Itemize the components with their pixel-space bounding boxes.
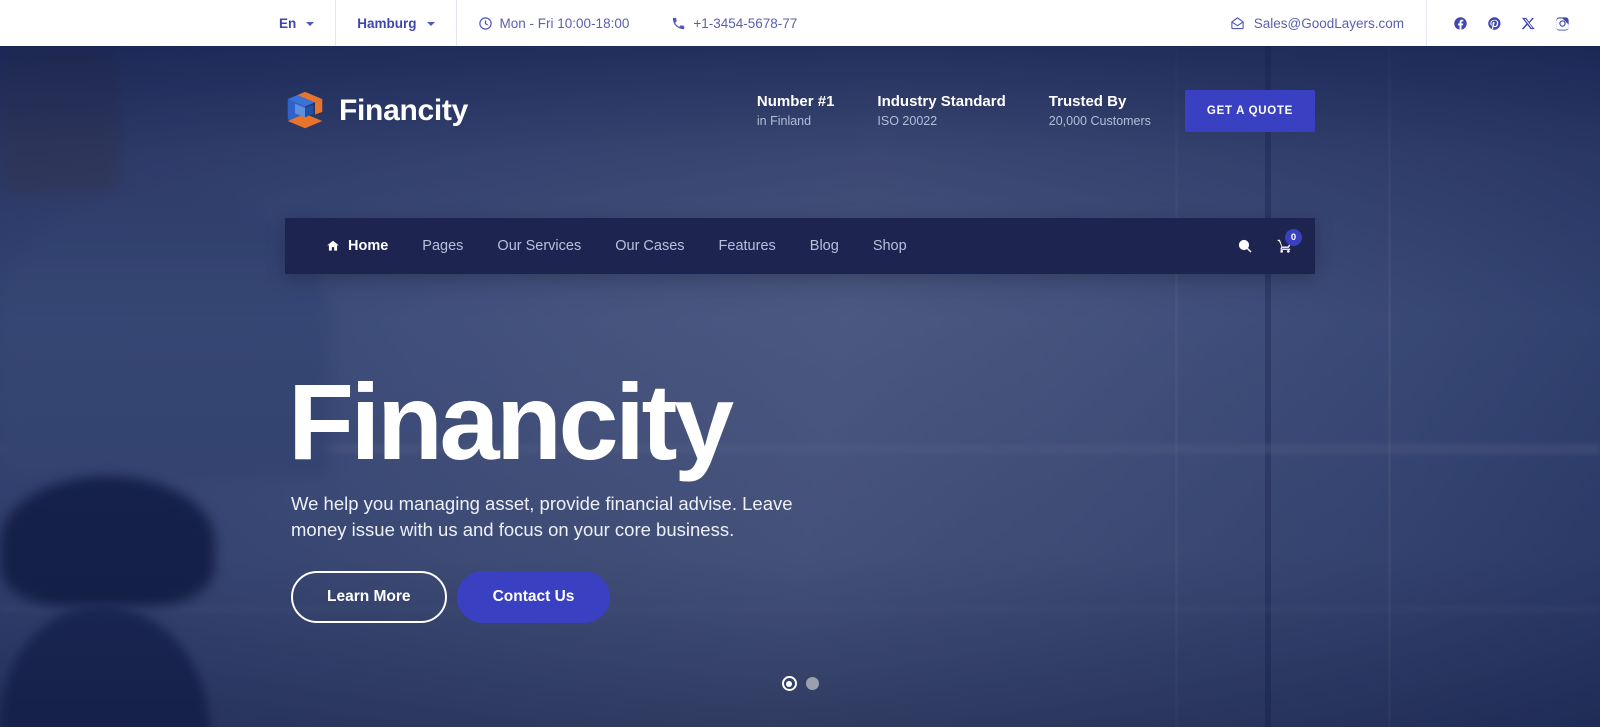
nav-item-label: Pages	[422, 238, 464, 254]
header-stat: Number #1 in Finland	[757, 92, 835, 131]
email-text: Sales@GoodLayers.com	[1253, 15, 1404, 31]
city-label: Hamburg	[357, 15, 417, 31]
nav-item-label: Our Services	[497, 238, 582, 254]
stat-title: Number #1	[756, 92, 835, 110]
top-bar-left: En Hamburg Mon - Fri 10:00-18:00 +1-3454…	[258, 0, 818, 46]
contact-us-button[interactable]: Contact Us	[456, 571, 611, 624]
slider-pagination	[0, 676, 1600, 691]
chevron-down-icon	[426, 22, 435, 26]
top-bar-right: Sales@GoodLayers.com	[1208, 0, 1600, 46]
office-hours-text: Mon - Fri 10:00-18:00	[499, 15, 630, 31]
city-selector[interactable]: Hamburg	[336, 0, 455, 46]
hero-buttons: Learn More Contact Us	[291, 571, 1315, 624]
header-stat: Industry Standard ISO 20022	[877, 92, 1005, 131]
facebook-icon[interactable]	[1453, 16, 1468, 31]
main-navigation: Home Pages Our Services Our Cases Featur…	[0, 218, 1600, 274]
nav-item-our-services[interactable]: Our Services	[480, 218, 598, 274]
hero-title: Financity	[288, 361, 734, 482]
nav-item-pages[interactable]: Pages	[405, 218, 480, 274]
site-logo[interactable]: Financity	[285, 90, 468, 132]
nav-item-home[interactable]: Home	[309, 218, 405, 274]
logo-text: Financity	[339, 94, 468, 127]
hero-section: Financity Number #1 in Finland Industry …	[0, 46, 1600, 727]
phone-number[interactable]: +1-3454-5678-77	[650, 0, 818, 46]
phone-text: +1-3454-5678-77	[693, 15, 798, 31]
slider-dot-2[interactable]	[805, 677, 819, 690]
nav-item-label: Blog	[809, 238, 839, 254]
cart-count-badge: 0	[1285, 229, 1302, 246]
slider-dot-1[interactable]	[781, 676, 797, 691]
header-stat: Trusted By 20,000 Customers	[1049, 92, 1151, 131]
home-icon	[326, 239, 340, 253]
phone-icon	[671, 16, 686, 31]
site-header: Financity Number #1 in Finland Industry …	[0, 46, 1600, 218]
stat-title: Industry Standard	[877, 92, 1006, 110]
nav-item-label: Home	[348, 238, 389, 254]
nav-item-our-cases[interactable]: Our Cases	[598, 218, 701, 274]
nav-item-blog[interactable]: Blog	[793, 218, 856, 274]
nav-item-features[interactable]: Features	[702, 218, 793, 274]
top-bar: En Hamburg Mon - Fri 10:00-18:00 +1-3454…	[0, 0, 1600, 46]
social-links	[1427, 0, 1600, 46]
stat-subtitle: in Finland	[756, 113, 812, 128]
language-label: En	[279, 15, 297, 31]
nav-actions: 0	[1237, 229, 1302, 254]
cube-logo-icon	[285, 90, 325, 132]
nav-item-label: Features	[718, 238, 776, 254]
header-stats: Number #1 in Finland Industry Standard I…	[757, 92, 1185, 131]
shopping-cart-icon[interactable]: 0	[1277, 229, 1302, 254]
office-hours: Mon - Fri 10:00-18:00	[457, 0, 651, 46]
nav-links: Home Pages Our Services Our Cases Featur…	[309, 218, 924, 274]
nav-item-label: Shop	[872, 238, 907, 254]
stat-subtitle: ISO 20022	[877, 113, 938, 128]
learn-more-button[interactable]: Learn More	[291, 571, 447, 624]
x-twitter-icon[interactable]	[1521, 16, 1536, 31]
chevron-down-icon	[306, 22, 315, 26]
stat-subtitle: 20,000 Customers	[1048, 113, 1151, 128]
nav-item-shop[interactable]: Shop	[856, 218, 924, 274]
pinterest-icon[interactable]	[1487, 16, 1502, 31]
hero-subtitle: We help you managing asset, provide fina…	[291, 492, 793, 541]
email-link[interactable]: Sales@GoodLayers.com	[1208, 0, 1426, 46]
search-icon[interactable]	[1237, 238, 1253, 254]
clock-icon	[478, 16, 493, 31]
stat-title: Trusted By	[1048, 92, 1127, 110]
get-a-quote-button[interactable]: GET A QUOTE	[1184, 90, 1315, 132]
nav-item-label: Our Cases	[615, 238, 685, 254]
language-selector[interactable]: En	[258, 0, 335, 46]
instagram-icon[interactable]	[1555, 16, 1570, 31]
envelope-icon	[1230, 16, 1245, 31]
